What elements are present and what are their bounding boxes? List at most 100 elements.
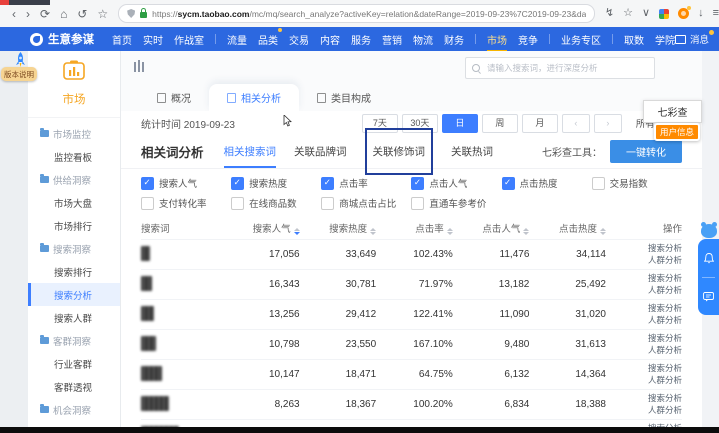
checkbox-label: 商城点击占比: [339, 196, 396, 210]
messages-button[interactable]: 消息: [675, 32, 709, 46]
topnav-item-category[interactable]: 品类: [258, 27, 278, 52]
topnav-item-academy[interactable]: 学院: [655, 27, 675, 52]
topnav-item-data-fetch[interactable]: 取数: [624, 27, 644, 52]
topnav-item-business-zone[interactable]: 业务专区: [561, 27, 601, 52]
search-analysis-link[interactable]: 搜索分析: [610, 303, 682, 314]
column-header-search-popularity[interactable]: 搜索人气: [227, 221, 304, 235]
tab-category-composition[interactable]: 类目构成: [299, 84, 389, 111]
mascot-icon[interactable]: [701, 224, 717, 238]
topnav-item-logistics[interactable]: 物流: [413, 27, 433, 52]
search-input[interactable]: [485, 62, 648, 74]
sidebar-item-search-crowd[interactable]: 搜索人群: [28, 306, 120, 329]
sidebar-section-opportunity-insight[interactable]: 机会洞察: [28, 398, 120, 421]
topnav-item-market[interactable]: 市场: [487, 27, 507, 52]
sidebar-item-monitor-board[interactable]: 监控看板: [28, 145, 120, 168]
sidebar-item-industry-customers[interactable]: 行业客群: [28, 352, 120, 375]
star-icon[interactable]: ☆: [623, 8, 633, 19]
word-tab-related-search[interactable]: 相关搜索词: [224, 135, 277, 168]
topnav-item-competition[interactable]: 竞争: [518, 27, 538, 52]
date-prev-button[interactable]: ‹: [562, 114, 590, 133]
sidebar-item-market-ranking[interactable]: 市场排行: [28, 214, 120, 237]
checkbox-online-products[interactable]: 在线商品数: [231, 196, 321, 210]
crowd-analysis-link[interactable]: 人群分析: [610, 285, 682, 296]
checkbox-click-rate[interactable]: 点击率: [321, 176, 411, 190]
word-tab-brand-words[interactable]: 关联品牌词: [294, 135, 347, 168]
chat-icon[interactable]: [703, 292, 714, 302]
checkbox-click-popularity[interactable]: 点击人气: [411, 176, 501, 190]
date-button-month[interactable]: 月: [522, 114, 558, 133]
search-analysis-link[interactable]: 搜索分析: [610, 363, 682, 374]
word-tab-hot-words[interactable]: 关联热词: [451, 135, 493, 168]
crowd-analysis-link[interactable]: 人群分析: [610, 315, 682, 326]
date-button-day[interactable]: 日: [442, 114, 478, 133]
column-header-click-rate[interactable]: 点击率: [380, 221, 457, 235]
one-click-convert-button[interactable]: 一键转化: [610, 140, 682, 163]
user-info-badge[interactable]: 用户信息: [654, 123, 700, 141]
sidebar-section-market-monitor[interactable]: 市场监控: [28, 122, 120, 145]
bell-icon[interactable]: [704, 253, 714, 264]
topnav-item-trade[interactable]: 交易: [289, 27, 309, 52]
chart-bars-icon[interactable]: [134, 60, 144, 72]
download-icon[interactable]: ↓: [698, 8, 704, 19]
sort-icon: [600, 228, 606, 235]
topnav-item-home[interactable]: 首页: [112, 27, 132, 52]
topnav-item-warroom[interactable]: 作战室: [174, 27, 204, 52]
topnav-item-realtime[interactable]: 实时: [143, 27, 163, 52]
orange-extension-icon[interactable]: [678, 8, 689, 19]
topnav-item-finance[interactable]: 财务: [444, 27, 464, 52]
crowd-analysis-link[interactable]: 人群分析: [610, 405, 682, 416]
topnav-item-content[interactable]: 内容: [320, 27, 340, 52]
topnav-item-service[interactable]: 服务: [351, 27, 371, 52]
topnav-item-traffic[interactable]: 流量: [227, 27, 247, 52]
flash-icon[interactable]: ↯: [605, 8, 614, 19]
color-grid-extension-icon[interactable]: [659, 9, 669, 19]
menu-icon[interactable]: ≡: [713, 8, 719, 19]
crowd-analysis-link[interactable]: 人群分析: [610, 255, 682, 266]
checkbox-mall-click-share[interactable]: 商城点击占比: [321, 196, 411, 210]
checkbox-trade-index[interactable]: 交易指数: [592, 176, 682, 190]
search-analysis-link[interactable]: 搜索分析: [610, 243, 682, 254]
cell-click-popularity: 9,480: [457, 339, 534, 350]
word-tab-modifier-words[interactable]: 关联修饰词: [365, 128, 434, 175]
search-analysis-link[interactable]: 搜索分析: [610, 273, 682, 284]
bookmark-star-icon[interactable]: ☆: [97, 8, 108, 20]
sidebar-section-supply-insight[interactable]: 供给洞察: [28, 168, 120, 191]
sidebar-section-search-insight[interactable]: 搜索洞察: [28, 237, 120, 260]
date-next-button[interactable]: ›: [594, 114, 622, 133]
actions-cell: 搜索分析人群分析: [610, 243, 682, 265]
chevron-down-icon[interactable]: ∨: [642, 8, 650, 19]
qicaicha-tool-popup[interactable]: 七彩查: [643, 100, 702, 123]
cell-click-heat: 31,613: [533, 339, 610, 350]
checkbox-ztc-reference-price[interactable]: 直通车参考价: [411, 196, 501, 210]
reload-icon[interactable]: ⟳: [40, 8, 50, 20]
column-header-click-popularity[interactable]: 点击人气: [457, 221, 534, 235]
tab-related-analysis[interactable]: 相关分析: [209, 84, 299, 111]
sidebar-section-customer-insight[interactable]: 客群洞察: [28, 329, 120, 352]
sidebar-item-search-ranking[interactable]: 搜索排行: [28, 260, 120, 283]
sidebar-item-market-overview[interactable]: 市场大盘: [28, 191, 120, 214]
back-icon[interactable]: ‹: [12, 8, 16, 20]
version-badge[interactable]: 版本说明: [1, 67, 37, 81]
address-bar[interactable]: https://sycm.taobao.com/mc/mq/search_ana…: [118, 4, 595, 23]
brand-name: 生意参谋: [48, 31, 94, 47]
checkbox-search-heat[interactable]: 搜索热度: [231, 176, 321, 190]
sidebar-item-customer-perspective[interactable]: 客群透视: [28, 375, 120, 398]
history-icon[interactable]: ↺: [77, 8, 87, 20]
tab-overview[interactable]: 概况: [139, 84, 209, 111]
search-analysis-link[interactable]: 搜索分析: [610, 333, 682, 344]
forward-icon[interactable]: ›: [26, 8, 30, 20]
actions-cell: 搜索分析人群分析: [610, 363, 682, 385]
topnav-item-marketing[interactable]: 营销: [382, 27, 402, 52]
brand-logo[interactable]: 生意参谋: [30, 31, 94, 47]
crowd-analysis-link[interactable]: 人群分析: [610, 375, 682, 386]
crowd-analysis-link[interactable]: 人群分析: [610, 345, 682, 356]
checkbox-click-heat[interactable]: 点击热度: [502, 176, 592, 190]
home-icon[interactable]: ⌂: [60, 8, 67, 20]
sidebar-item-search-analysis[interactable]: 搜索分析: [28, 283, 120, 306]
search-analysis-link[interactable]: 搜索分析: [610, 393, 682, 404]
column-header-search-heat[interactable]: 搜索热度: [304, 221, 381, 235]
date-button-week[interactable]: 周: [482, 114, 518, 133]
checkbox-payment-conversion[interactable]: 支付转化率: [141, 196, 231, 210]
column-header-click-heat[interactable]: 点击热度: [533, 221, 610, 235]
checkbox-search-popularity[interactable]: 搜索人气: [141, 176, 231, 190]
